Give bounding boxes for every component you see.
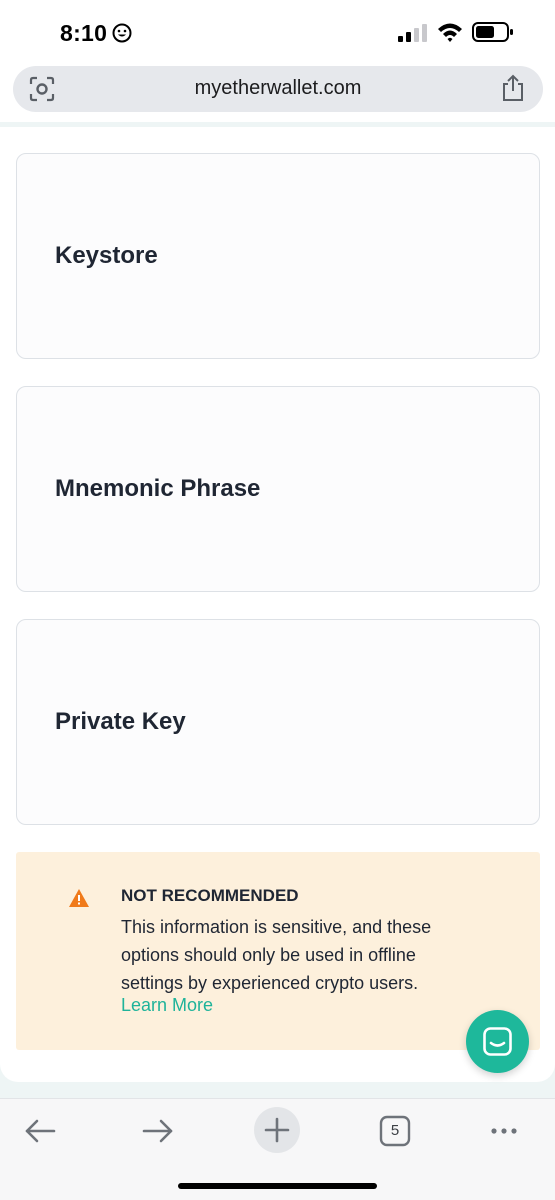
chat-icon: [483, 1027, 512, 1056]
warning-body: This information is sensitive, and these…: [121, 917, 432, 993]
option-private-key[interactable]: Private Key: [16, 619, 540, 825]
battery-icon: [472, 22, 513, 42]
option-label: Keystore: [55, 242, 158, 269]
tabs-button[interactable]: 5: [373, 1109, 417, 1153]
option-label: Mnemonic Phrase: [55, 475, 261, 502]
learn-more-link[interactable]: Learn More: [121, 995, 213, 1016]
chat-button[interactable]: [466, 1010, 529, 1073]
option-label: Private Key: [55, 708, 186, 735]
warning-title: NOT RECOMMENDED: [121, 886, 299, 905]
smiley-icon: [112, 23, 132, 43]
clock-time: 8:10: [60, 20, 108, 46]
option-keystore[interactable]: Keystore: [16, 153, 540, 359]
warning-triangle-icon: [69, 889, 89, 907]
back-arrow-icon[interactable]: [18, 1109, 62, 1153]
home-indicator: [178, 1183, 377, 1189]
share-icon[interactable]: [501, 74, 525, 102]
url-text[interactable]: myetherwallet.com: [13, 77, 543, 100]
warning-banner: NOT RECOMMENDED This information is sens…: [16, 852, 540, 1050]
tab-count: 5: [390, 1122, 400, 1139]
signal-icon: [398, 24, 427, 42]
option-mnemonic-phrase[interactable]: Mnemonic Phrase: [16, 386, 540, 592]
plus-icon[interactable]: [254, 1107, 300, 1153]
forward-arrow-icon[interactable]: [136, 1109, 180, 1153]
address-bar[interactable]: myetherwallet.com: [13, 66, 543, 112]
more-icon[interactable]: [482, 1109, 526, 1153]
wifi-icon: [438, 23, 462, 42]
status-bar: 8:10: [0, 0, 555, 64]
